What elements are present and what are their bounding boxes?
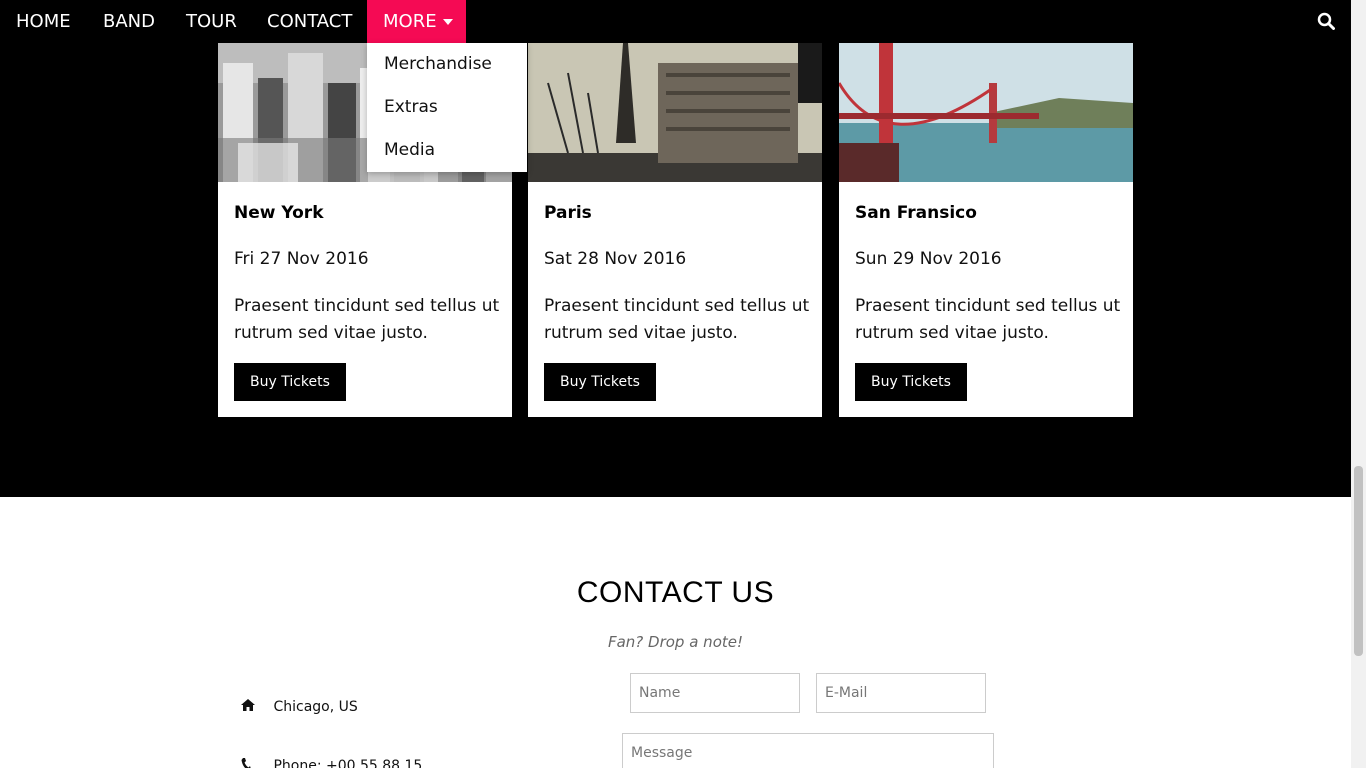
card-description: Praesent tincidunt sed tellus ut rutrum … bbox=[855, 296, 1121, 343]
message-input[interactable] bbox=[622, 733, 994, 768]
card-city: New York bbox=[234, 203, 324, 223]
nav-contact[interactable]: CONTACT bbox=[251, 0, 368, 43]
card-description: Praesent tincidunt sed tellus ut rutrum … bbox=[544, 296, 810, 343]
card-city: Paris bbox=[544, 203, 592, 223]
nav-more-label: MORE bbox=[383, 11, 437, 32]
card-date: Sun 29 Nov 2016 bbox=[855, 249, 1002, 269]
nav-more[interactable]: MORE bbox=[367, 0, 466, 43]
card-date: Fri 27 Nov 2016 bbox=[234, 249, 369, 269]
dropdown-item-merchandise[interactable]: Merchandise bbox=[367, 43, 527, 86]
email-input[interactable] bbox=[816, 673, 986, 713]
scrollbar-thumb[interactable] bbox=[1354, 466, 1363, 656]
page: New York Fri 27 Nov 2016 Praesent tincid… bbox=[0, 0, 1351, 768]
search-icon[interactable] bbox=[1317, 12, 1337, 32]
vertical-scrollbar[interactable] bbox=[1351, 0, 1366, 768]
card-description: Praesent tincidunt sed tellus ut rutrum … bbox=[234, 296, 500, 343]
nav-home[interactable]: HOME bbox=[0, 0, 87, 43]
paris-image bbox=[528, 43, 822, 182]
contact-subtitle: Fan? Drop a note! bbox=[607, 633, 743, 651]
buy-tickets-button[interactable]: Buy Tickets bbox=[234, 363, 346, 401]
navbar: HOME BAND TOUR CONTACT MORE bbox=[0, 0, 1351, 43]
dropdown-item-media[interactable]: Media bbox=[367, 129, 527, 172]
contact-location: Chicago, US bbox=[241, 699, 358, 715]
contact-title: CONTACT US bbox=[576, 576, 775, 609]
dropdown-item-extras[interactable]: Extras bbox=[367, 86, 527, 129]
tour-card-san-fransico: San Fransico Sun 29 Nov 2016 Praesent ti… bbox=[839, 43, 1133, 417]
home-icon bbox=[241, 699, 255, 715]
tour-card-paris: Paris Sat 28 Nov 2016 Praesent tincidunt… bbox=[528, 43, 822, 417]
card-date: Sat 28 Nov 2016 bbox=[544, 249, 687, 269]
san-fransico-image bbox=[839, 43, 1133, 182]
buy-tickets-button[interactable]: Buy Tickets bbox=[544, 363, 656, 401]
contact-phone: Phone: +00 55 88 15 bbox=[241, 757, 422, 768]
tour-section: New York Fri 27 Nov 2016 Praesent tincid… bbox=[0, 0, 1351, 497]
location-text: Chicago, US bbox=[273, 699, 358, 715]
more-dropdown: Merchandise Extras Media bbox=[367, 43, 527, 172]
caret-down-icon bbox=[442, 19, 453, 25]
card-city: San Fransico bbox=[855, 203, 977, 223]
phone-icon bbox=[241, 757, 255, 768]
nav-band[interactable]: BAND bbox=[87, 0, 171, 43]
name-input[interactable] bbox=[630, 673, 800, 713]
buy-tickets-button[interactable]: Buy Tickets bbox=[855, 363, 967, 401]
nav-tour[interactable]: TOUR bbox=[170, 0, 253, 43]
phone-text: Phone: +00 55 88 15 bbox=[273, 758, 423, 768]
